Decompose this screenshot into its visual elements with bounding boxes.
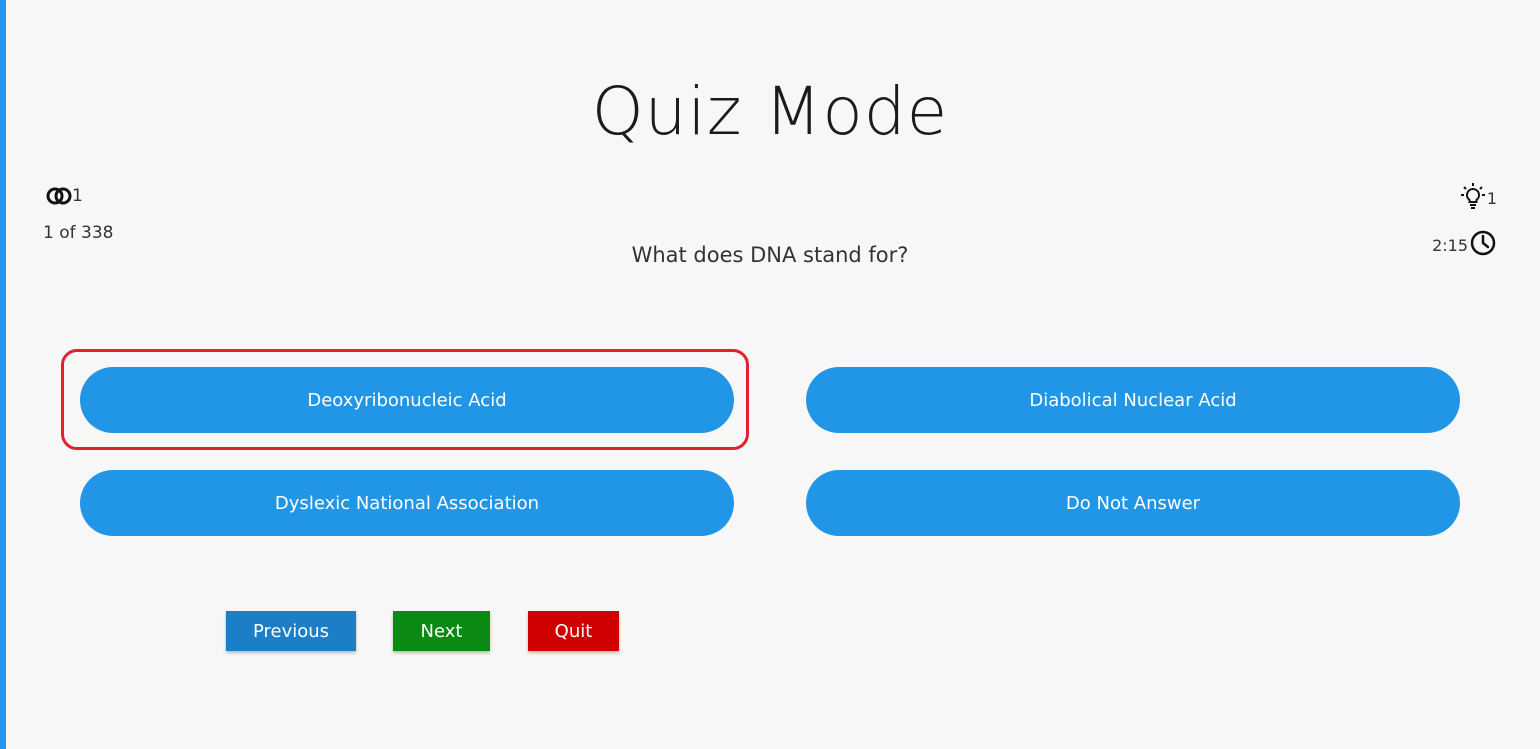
answer-option-label: Do Not Answer: [1065, 492, 1201, 514]
answer-option-1[interactable]: Deoxyribonucleic Acid: [80, 367, 734, 433]
lightbulb-icon: [1459, 182, 1487, 214]
question-progress: 1 of 338: [43, 223, 114, 243]
lives-counter: 1: [46, 186, 83, 206]
answer-option-label: Diabolical Nuclear Acid: [1029, 389, 1237, 411]
quit-button[interactable]: Quit: [528, 611, 619, 651]
hint-button[interactable]: 1: [1459, 182, 1497, 214]
next-button[interactable]: Next: [393, 611, 490, 651]
answer-option-label: Deoxyribonucleic Acid: [307, 389, 507, 411]
page-title: Quiz Mode: [591, 73, 949, 150]
answer-option-2[interactable]: Diabolical Nuclear Acid: [806, 367, 1460, 433]
question-text: What does DNA stand for?: [631, 243, 909, 267]
answer-option-4[interactable]: Do Not Answer: [806, 470, 1460, 536]
interlocking-rings-icon: [46, 186, 72, 206]
answer-option-3[interactable]: Dyslexic National Association: [80, 470, 734, 536]
lives-count: 1: [72, 186, 83, 206]
answer-option-label: Dyslexic National Association: [274, 492, 540, 514]
previous-button[interactable]: Previous: [226, 611, 356, 651]
hints-count: 1: [1486, 188, 1497, 208]
